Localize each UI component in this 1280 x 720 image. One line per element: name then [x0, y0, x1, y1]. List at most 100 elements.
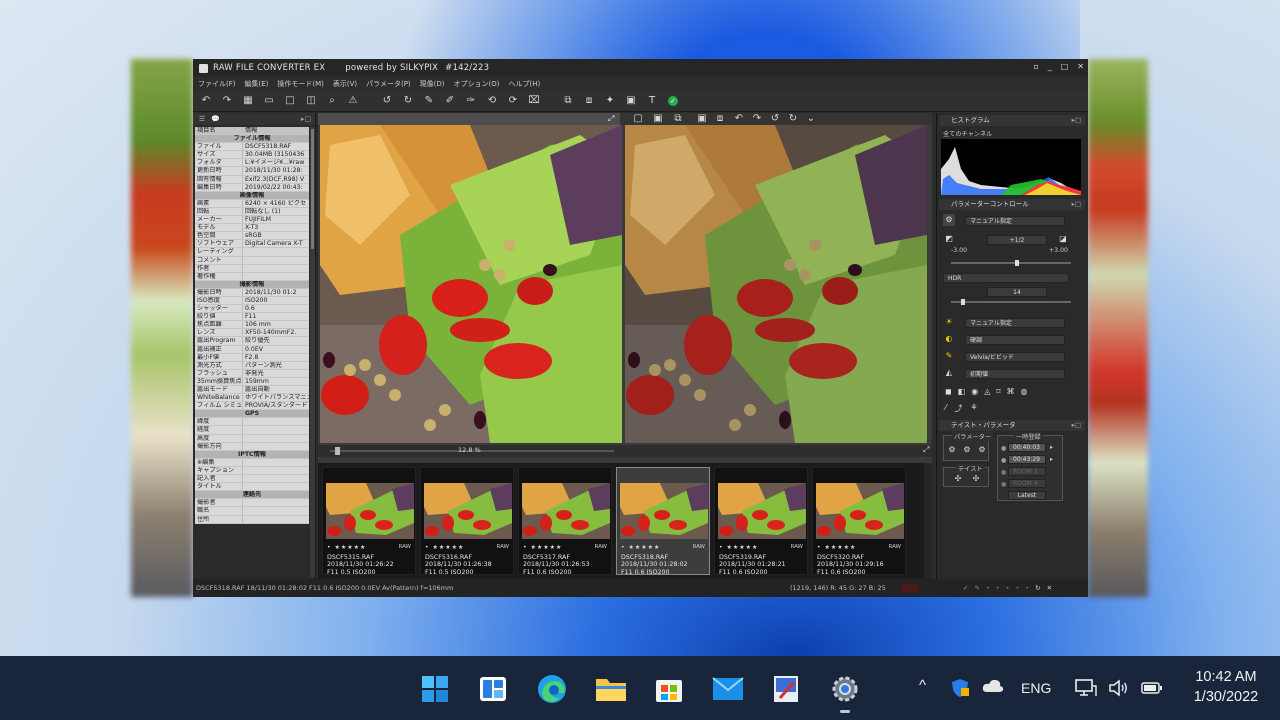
parameter-pin-icon[interactable]: ▸□	[1072, 199, 1081, 210]
info-value[interactable]: 絞り優先	[243, 337, 309, 344]
info-value[interactable]: 30.04MB (3150436	[243, 151, 309, 158]
menu-view[interactable]: 表示(V)	[333, 79, 357, 89]
redo-preview-icon[interactable]: ↻	[786, 112, 800, 126]
tool-5-icon[interactable]: ⌑	[996, 387, 1000, 396]
before-fit-icon[interactable]: ⤢	[608, 114, 614, 124]
mail-icon[interactable]	[711, 672, 745, 706]
info-value[interactable]	[243, 435, 309, 442]
tool-2-icon[interactable]: ◧	[958, 387, 966, 396]
tool-10-icon[interactable]: ⚘	[970, 403, 977, 414]
info-value[interactable]	[243, 426, 309, 433]
paint-app-icon[interactable]	[769, 672, 803, 706]
text-icon[interactable]: T	[645, 94, 659, 108]
redo-icon[interactable]: ↻	[401, 94, 415, 108]
onedrive-cloud-icon[interactable]	[982, 678, 1004, 697]
taste-apply-icon[interactable]: ✣	[952, 473, 964, 485]
slot-1-radio[interactable]: ●	[1001, 445, 1006, 452]
info-value[interactable]: 2018/11/30 01:28:	[243, 167, 309, 174]
view-toggle-5-icon[interactable]: ⧈	[713, 112, 727, 126]
info-value[interactable]	[243, 516, 309, 523]
info-value[interactable]: DSCF5318.RAF	[243, 143, 309, 150]
exposure-slider-knob[interactable]	[1015, 260, 1019, 266]
tool-6-icon[interactable]: ⌘	[1006, 387, 1014, 396]
taste-register-icon[interactable]: ✣	[970, 473, 982, 485]
thumbnail-item[interactable]: • ★★★★★ RAW DSCF5319.RAF 2018/11/30 01:28:2…	[714, 467, 808, 576]
status-dot-2-icon[interactable]: •	[996, 579, 1000, 597]
info-value[interactable]: 露出自動	[243, 386, 309, 393]
view-toggle-3-icon[interactable]: ⧉	[671, 112, 685, 126]
windows-start-icon[interactable]	[418, 672, 452, 706]
pin-icon[interactable]: ▸□	[301, 115, 311, 123]
prev-image-icon[interactable]: ↶	[199, 94, 213, 108]
check-ok-icon[interactable]: ✓	[666, 94, 680, 108]
white-balance-icon[interactable]: ⚙	[943, 214, 955, 226]
info-value[interactable]: 0.0EV	[243, 346, 309, 353]
menu-help[interactable]: ヘルプ(H)	[509, 79, 541, 89]
info-value[interactable]	[243, 418, 309, 425]
latest-button[interactable]: Latest	[1008, 491, 1046, 500]
info-value[interactable]: 6240 × 4160 ピクセ	[243, 200, 309, 207]
info-value[interactable]: 回転なし (1)	[243, 208, 309, 215]
menu-file[interactable]: ファイル(F)	[198, 79, 236, 89]
tone-select[interactable]: マニュアル指定	[965, 318, 1065, 328]
crop-icon[interactable]: ⌧	[527, 94, 541, 108]
color-select[interactable]: Velvia/ビビッド	[965, 352, 1065, 362]
slot-4-radio[interactable]: ●	[1001, 481, 1006, 488]
status-dot-3-icon[interactable]: •	[1006, 579, 1010, 597]
tool-9-icon[interactable]: ⤴	[954, 403, 962, 414]
parameter-section-header[interactable]: パラメーターコントロール ▸□	[939, 199, 1085, 210]
slot-2-radio[interactable]: ●	[1001, 457, 1006, 464]
subject-icon[interactable]: ▣	[624, 94, 638, 108]
info-value[interactable]	[243, 265, 309, 272]
info-value[interactable]: sRGB	[243, 232, 309, 239]
tool-8-icon[interactable]: ⁄	[945, 403, 946, 414]
status-rotate-icon[interactable]: ↻	[1035, 579, 1040, 597]
next-image-icon[interactable]: ↷	[220, 94, 234, 108]
menu-edit[interactable]: 編集(E)	[245, 79, 269, 89]
info-value[interactable]	[243, 443, 309, 450]
menu-develop[interactable]: 現像(D)	[420, 79, 445, 89]
thumbnail-item[interactable]: • ★★★★★ RAW DSCF5318.RAF 2018/11/30 01:28:0…	[616, 467, 710, 576]
hdr-slider-track[interactable]	[951, 301, 1071, 303]
batch-develop-icon[interactable]: ⧈	[582, 94, 596, 108]
taste-save-icon[interactable]: ⚙	[961, 444, 973, 456]
taste-edit-icon[interactable]: ⚙	[976, 444, 988, 456]
rating-stars[interactable]: • ★★★★★	[327, 544, 366, 551]
white-balance-select[interactable]: マニュアル指定	[965, 216, 1065, 226]
thumbnail-item[interactable]: • ★★★★★ RAW DSCF5315.RAF 2018/11/30 01:26:2…	[322, 467, 416, 576]
slot-3-radio[interactable]: ●	[1001, 469, 1006, 476]
preview-before-image[interactable]	[320, 125, 622, 443]
taste-section-header[interactable]: テイスト・パラメータ ▸□	[939, 420, 1085, 431]
minimize-button[interactable]: _	[1048, 62, 1052, 71]
info-value[interactable]: 2018/11/30 01:2	[243, 289, 309, 296]
info-value[interactable]: 2019/02/22 00:43:	[243, 184, 309, 191]
view-toggle-4-icon[interactable]: ▣	[695, 112, 709, 126]
rotate-right-icon[interactable]: ⟳	[506, 94, 520, 108]
exposure-value[interactable]: +1/2	[987, 235, 1047, 245]
info-value[interactable]: X-T3	[243, 224, 309, 231]
widgets-icon[interactable]	[476, 672, 510, 706]
thumbnail-view-icon[interactable]: ▦	[241, 94, 255, 108]
rating-stars[interactable]: • ★★★★★	[523, 544, 562, 551]
status-dot-5-icon[interactable]: •	[1025, 579, 1029, 597]
info-value[interactable]	[243, 273, 309, 280]
preview-after-image[interactable]	[625, 125, 927, 443]
histogram-section-header[interactable]: ヒストグラム ▸□	[939, 115, 1085, 126]
show-hidden-icons-chevron-icon[interactable]: ^	[919, 677, 926, 694]
rating-stars[interactable]: • ★★★★★	[425, 544, 464, 551]
info-value[interactable]	[243, 467, 309, 474]
network-icon[interactable]	[1075, 678, 1097, 701]
maximize-button[interactable]: □	[1061, 62, 1069, 71]
slot-1-arrow-icon[interactable]: ▸	[1050, 444, 1053, 451]
info-value[interactable]: ISO200	[243, 297, 309, 304]
exposure-reset-icon[interactable]: ◪	[1057, 233, 1069, 245]
info-value[interactable]	[243, 257, 309, 264]
status-flag-icon[interactable]: ✎	[974, 579, 979, 597]
thumbnail-item[interactable]: • ★★★★★ RAW DSCF5320.RAF 2018/11/30 01:29:1…	[812, 467, 906, 576]
zoom-icon[interactable]: ⌕	[325, 94, 339, 108]
paste-param-icon[interactable]: ✐	[443, 94, 457, 108]
info-value[interactable]: Digital Camera X-T	[243, 240, 309, 247]
tool-3-icon[interactable]: ◉	[971, 387, 978, 396]
brush-icon[interactable]: ✑	[464, 94, 478, 108]
histogram-channel[interactable]: 全てのチャンネル	[943, 129, 992, 138]
